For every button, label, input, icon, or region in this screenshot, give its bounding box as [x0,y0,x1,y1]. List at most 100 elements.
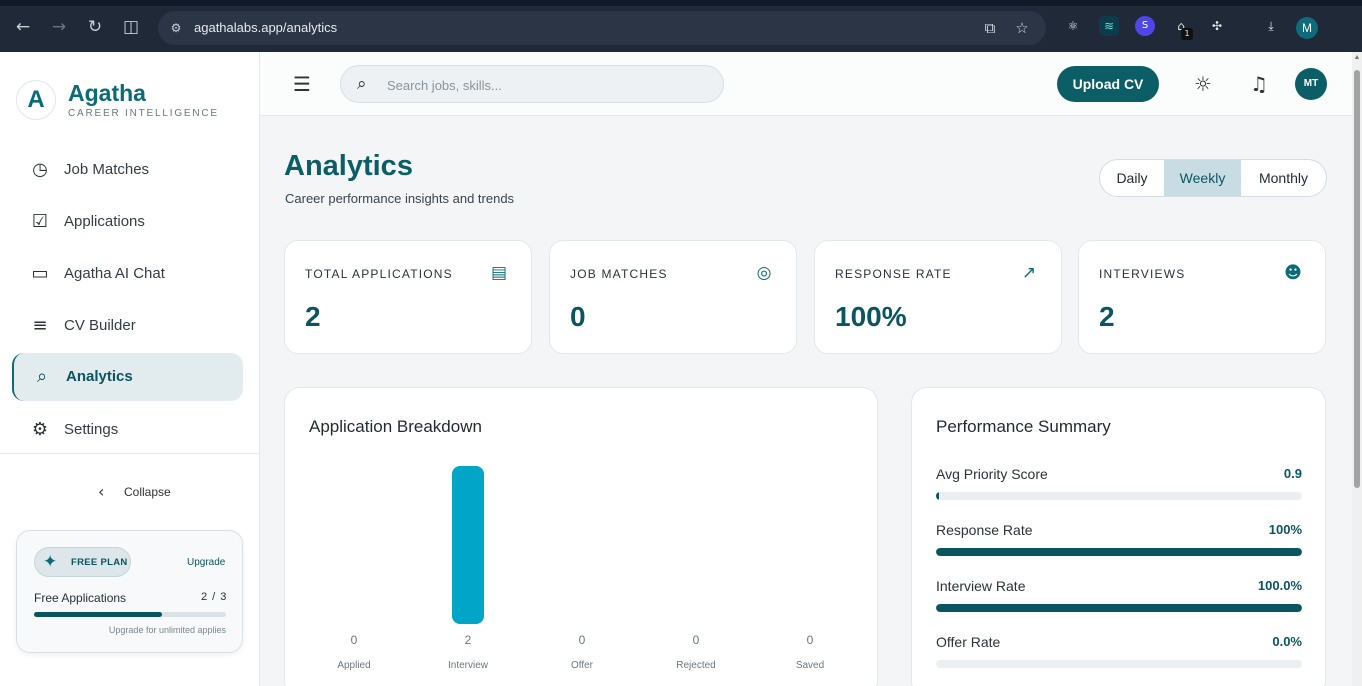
profile-avatar[interactable]: M [1296,17,1318,39]
brand-logo-icon[interactable]: A [16,80,56,120]
metric-track [936,492,1302,500]
forward-icon[interactable]: → [48,16,70,38]
scroll-up-icon[interactable]: ▲ [1352,54,1362,61]
metric-label: Avg Priority Score [936,466,1048,482]
sidebar-item-analytics[interactable]: ⌕ Analytics [12,353,243,401]
stat-card-job-matches: JOB MATCHES ◎ 0 [549,240,797,354]
page-subtitle: Career performance insights and trends [285,191,515,206]
collapse-label: Collapse [124,485,171,499]
sparkle-icon: ✦ [43,552,58,572]
search-box[interactable]: ⌕ [340,65,724,103]
analytics-icon: ⌕ [36,366,48,387]
plan-card: ✦ FREE PLAN Upgrade Free Applications 2 … [16,530,243,653]
metric-offer-rate: Offer Rate 0.0% [936,634,1302,674]
site-info-icon[interactable]: ⚙ [168,20,184,36]
edit-list-icon: ≡ [32,315,48,336]
sidebar-item-job-matches[interactable]: ◷ Job Matches [12,146,243,194]
upgrade-hint: Upgrade for unlimited applies [108,625,226,635]
back-icon[interactable]: ← [12,16,34,38]
document-check-icon: ☑ [31,211,49,232]
metric-label: Interview Rate [936,578,1026,594]
sidebar-item-ai-chat[interactable]: ▭ Agatha AI Chat [12,250,243,298]
metric-avg-priority-score: Avg Priority Score 0.9 [936,466,1302,506]
free-plan-badge: ✦ FREE PLAN [34,547,131,577]
chevron-left-icon: ‹ [98,482,105,501]
value-label: 0 [807,633,814,647]
period-toggle: Daily Weekly Monthly [1099,159,1327,197]
metric-value: 0.0% [1272,634,1302,649]
s-extension-icon[interactable]: S [1135,16,1155,36]
extensions-puzzle-icon[interactable]: ✣ [1207,16,1227,36]
stat-label: TOTAL APPLICATIONS [305,267,453,281]
stat-label: INTERVIEWS [1099,267,1186,281]
application-breakdown-panel: Application Breakdown 0 Applied 2 Interview… [284,387,878,686]
stat-value: 2 [305,301,321,332]
category-label: Interview [448,660,489,671]
stat-value: 2 [1099,301,1115,332]
theme-sun-icon[interactable]: ☼ [1191,72,1215,96]
avatar[interactable]: MT [1295,68,1327,100]
period-daily[interactable]: Daily [1100,160,1164,196]
category-label: Rejected [676,660,715,671]
category-label: Offer [571,660,594,671]
menu-icon[interactable]: ☰ [293,73,315,95]
document-icon: ▤ [490,263,508,283]
bar-interview[interactable] [452,466,484,624]
metric-label: Response Rate [936,522,1033,538]
usage-count: 2 / 3 [201,591,228,603]
reload-icon[interactable]: ↻ [84,16,106,38]
page-scrollbar[interactable]: ▲ [1352,52,1362,686]
value-label: 2 [465,633,472,647]
period-monthly[interactable]: Monthly [1241,160,1326,196]
bell-icon[interactable]: ♫ [1247,72,1271,96]
sidebar-item-settings[interactable]: ⚙ Settings [12,406,243,454]
collapse-button[interactable]: ‹ Collapse [94,482,184,502]
sidebar-divider [0,453,259,454]
extension-badge: 1 [1181,28,1193,40]
metric-fill [936,604,1302,612]
stat-label: RESPONSE RATE [835,267,952,281]
wave-extension-icon[interactable]: ≋ [1099,16,1119,36]
value-label: 0 [351,633,358,647]
trending-up-icon: ↗ [1021,263,1037,283]
split-view-icon[interactable]: ◫ [120,16,142,38]
category-label: Saved [796,660,824,671]
gear-icon: ⚙ [31,419,49,440]
metric-track [936,548,1302,556]
address-bar[interactable]: ⚙ agathalabs.app/analytics ⧉ ☆ [158,11,1046,45]
breakdown-chart: 0 Applied 2 Interview 0 Offer 0 Rejected 0 Saved [337,466,824,671]
upload-cv-button[interactable]: Upload CV [1057,66,1159,102]
usage-label: Free Applications [34,591,127,605]
metric-track [936,660,1302,668]
stat-card-response-rate: RESPONSE RATE ↗ 100% [814,240,1062,354]
top-header: ☰ ⌕ Upload CV ☼ ♫ MT [260,52,1352,116]
react-extension-icon[interactable]: ⚛ [1063,16,1083,36]
sidebar-item-label: Job Matches [64,161,150,178]
metric-response-rate: Response Rate 100% [936,522,1302,562]
search-input[interactable] [387,75,707,95]
install-app-icon[interactable]: ⧉ [980,18,1000,38]
usage-progress-track [34,612,226,617]
category-label: Applied [337,660,370,671]
download-icon[interactable]: ⤓ [1261,16,1281,36]
people-icon: ☻ [1284,263,1302,283]
sidebar-item-applications[interactable]: ☑ Applications [12,198,243,246]
sidebar: A Agatha CAREER INTELLIGENCE ◷ Job Match… [0,52,260,686]
stat-label: JOB MATCHES [570,267,668,281]
value-label: 0 [693,633,700,647]
plan-badge-label: FREE PLAN [71,557,128,568]
sidebar-item-label: CV Builder [64,317,136,334]
sidebar-item-label: Applications [64,213,145,230]
metric-track [936,604,1302,612]
sidebar-item-label: Settings [64,421,119,438]
panel-title: Performance Summary [936,417,1111,436]
scrollbar-thumb[interactable] [1354,70,1360,488]
period-weekly[interactable]: Weekly [1164,160,1241,196]
sidebar-item-label: Agatha AI Chat [64,265,165,282]
upgrade-link[interactable]: Upgrade [187,557,225,568]
metric-fill [936,548,1302,556]
sidebar-item-cv-builder[interactable]: ≡ CV Builder [12,302,243,350]
match-icon: ◎ [756,263,772,283]
metric-value: 100% [1268,522,1302,537]
bookmark-star-icon[interactable]: ☆ [1012,18,1032,38]
